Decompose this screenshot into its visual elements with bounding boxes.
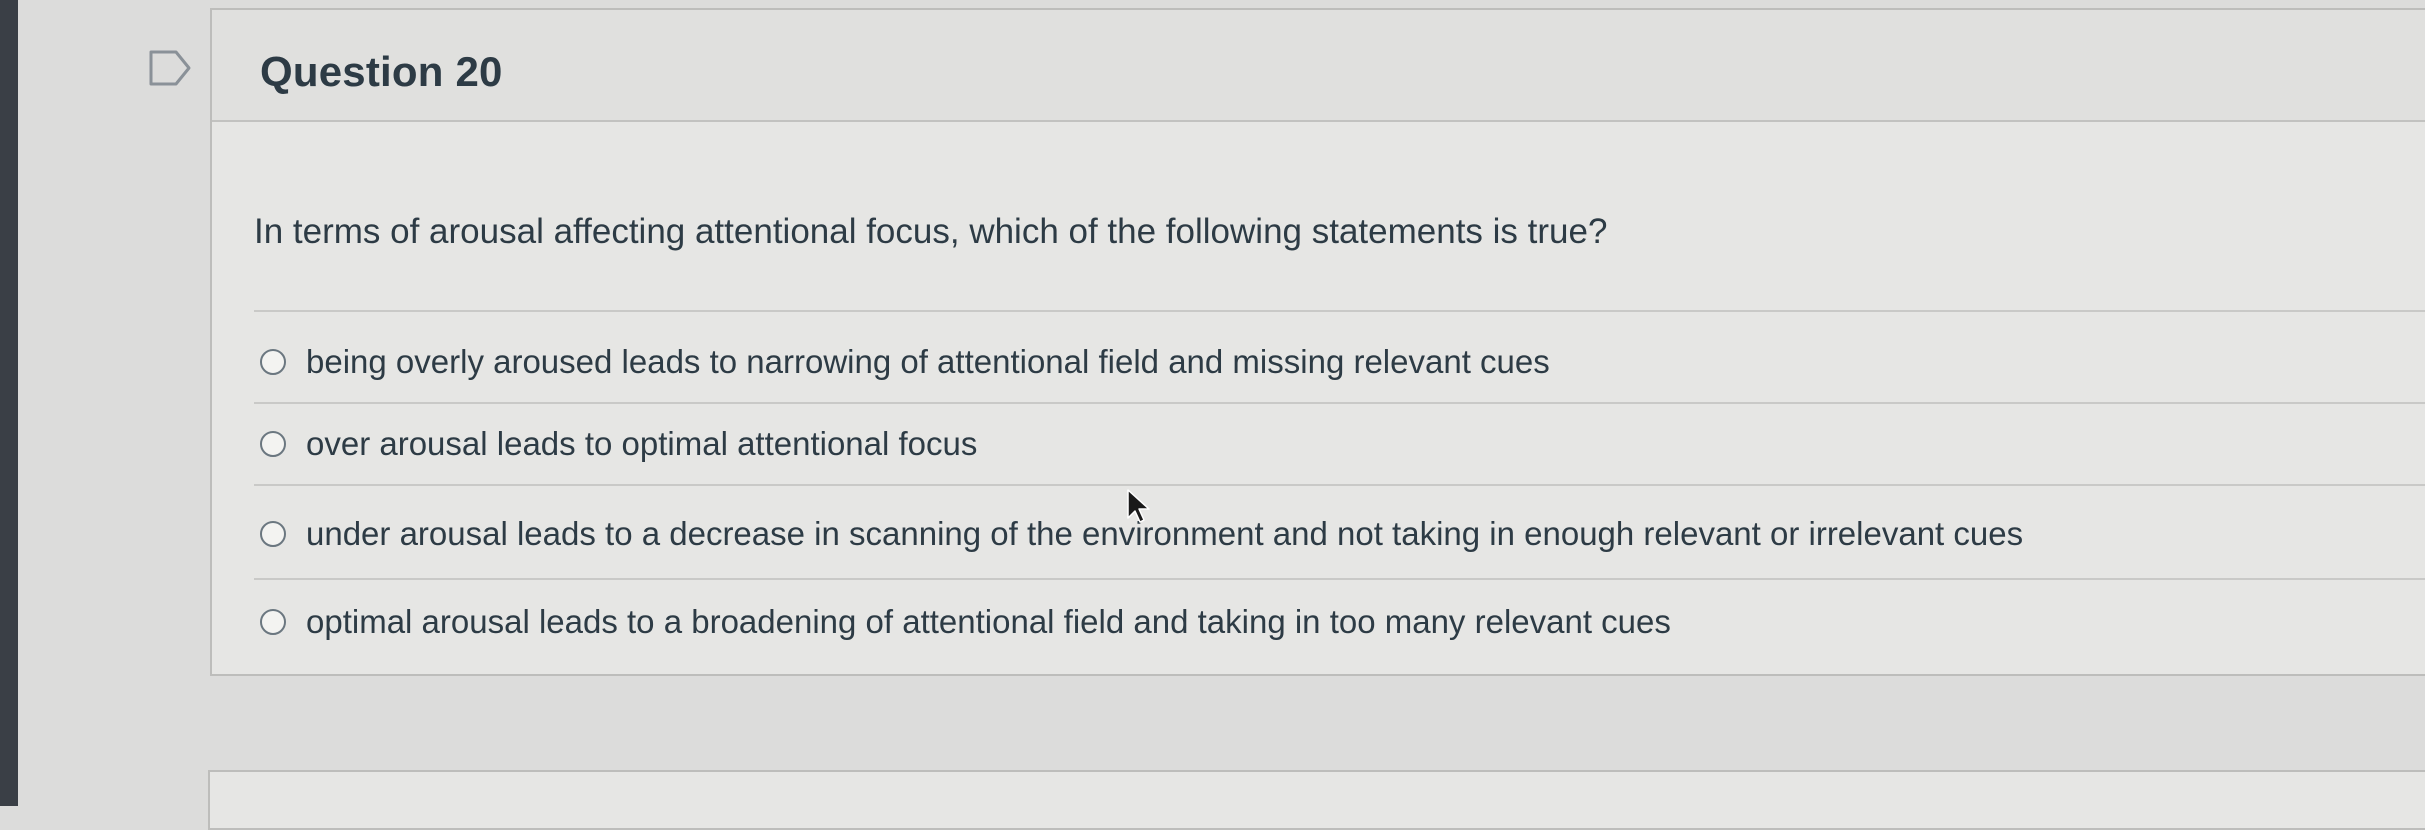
mouse-cursor-icon (1127, 489, 1150, 523)
question-text: In terms of arousal affecting attentiona… (254, 212, 1608, 251)
divider (254, 484, 2425, 486)
answer-label: under arousal leads to a decrease in sca… (306, 515, 2024, 552)
radio-button[interactable] (260, 609, 286, 635)
radio-button[interactable] (260, 521, 286, 547)
window-edge (0, 0, 18, 806)
answer-option-1[interactable]: being overly aroused leads to narrowing … (260, 334, 1550, 390)
question-card: Question 20 In terms of arousal affectin… (210, 8, 2425, 676)
question-header: Question 20 (212, 10, 2425, 122)
divider (254, 402, 2425, 404)
answer-label: over arousal leads to optimal attentiona… (306, 425, 978, 462)
divider (254, 578, 2425, 580)
next-question-card (208, 770, 2425, 830)
radio-button[interactable] (260, 431, 286, 457)
answer-label: optimal arousal leads to a broadening of… (306, 603, 1671, 640)
answer-option-2[interactable]: over arousal leads to optimal attentiona… (260, 416, 977, 472)
radio-button[interactable] (260, 349, 286, 375)
answer-label: being overly aroused leads to narrowing … (306, 343, 1550, 380)
question-title: Question 20 (260, 48, 503, 95)
answer-option-4[interactable]: optimal arousal leads to a broadening of… (260, 594, 1671, 650)
flag-question-icon[interactable] (148, 48, 192, 88)
divider (254, 310, 2425, 312)
